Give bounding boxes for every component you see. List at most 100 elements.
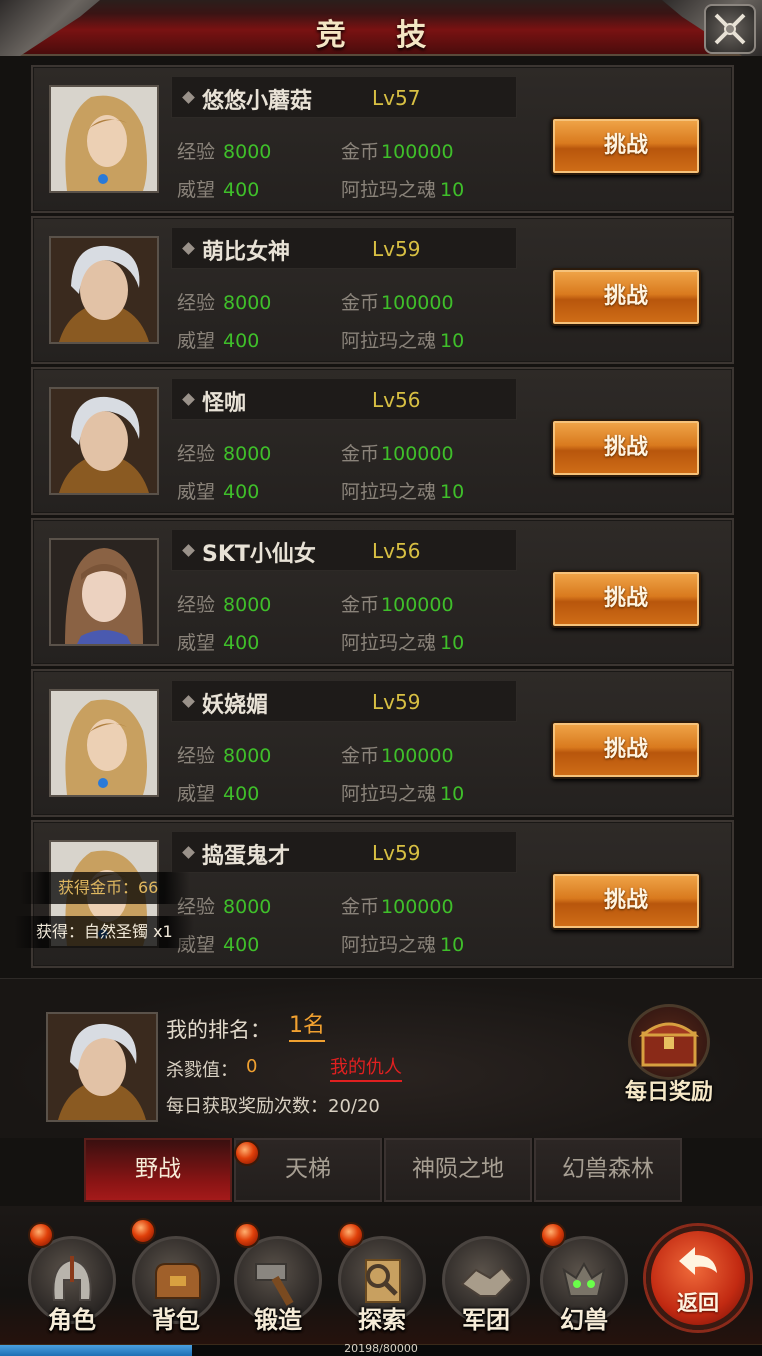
opponent-level: Lv56 — [372, 388, 421, 412]
nav-forge-label: 锻造 — [254, 1306, 302, 1334]
prestige-stat: 威望 400 — [177, 326, 259, 353]
soul-stat: 阿拉玛之魂 10 — [341, 477, 464, 504]
tab-beast-forest[interactable]: 幻兽森林 — [534, 1138, 682, 1202]
opponent-name: 萌比女神 — [202, 240, 291, 265]
gold-value: 100000 — [381, 745, 454, 767]
prestige-value: 400 — [223, 330, 260, 352]
gold-value: 100000 — [381, 292, 454, 314]
opponent-name: 妖娆媚 — [202, 693, 269, 718]
opponent-avatar — [49, 85, 159, 193]
tab-field-battle[interactable]: 野战 — [84, 1138, 232, 1202]
daily-reward-button[interactable]: 每日奖励 — [614, 1004, 724, 1108]
soul-value: 10 — [440, 330, 465, 352]
challenge-button[interactable]: 挑战 — [551, 268, 701, 326]
exp-label: 经验 — [177, 141, 216, 163]
gold-label: 金币 — [341, 292, 380, 314]
notification-dot-icon — [338, 1222, 364, 1248]
opponent-level: Lv56 — [372, 539, 421, 563]
daily-reward-label: 每日奖励 — [624, 1080, 713, 1105]
opponent-level: Lv59 — [372, 841, 421, 865]
soul-label: 阿拉玛之魂 — [341, 632, 437, 654]
gold-stat: 金币 100000 — [341, 590, 454, 617]
prestige-value: 400 — [223, 481, 260, 503]
my-enemies-link[interactable]: 我的仇人 — [330, 1056, 402, 1082]
notification-dot-icon — [540, 1222, 566, 1248]
soul-label: 阿拉玛之魂 — [341, 934, 437, 956]
opponent-card: 悠悠小蘑菇 Lv57 经验 8000 金币 100000 威望 400 阿拉玛之魂 10 挑战 — [31, 65, 734, 213]
nav-bag-label: 背包 — [152, 1306, 200, 1334]
opponent-avatar — [49, 538, 159, 646]
diamond-bullet-icon — [182, 544, 195, 557]
gold-label: 金币 — [341, 141, 380, 163]
exp-value: 8000 — [223, 745, 272, 767]
opponent-avatar — [49, 387, 159, 495]
gold-stat: 金币 100000 — [341, 439, 454, 466]
my-avatar — [46, 1012, 158, 1122]
gold-label: 金币 — [341, 443, 380, 465]
exp-stat: 经验 8000 — [177, 137, 271, 164]
exp-stat: 经验 8000 — [177, 590, 271, 617]
rank-value-link[interactable]: 1名 — [289, 1012, 325, 1042]
opponent-card: 萌比女神 Lv59 经验 8000 金币 100000 威望 400 阿拉玛之魂 10 挑战 — [31, 216, 734, 364]
opponent-card: 妖娆媚 Lv59 经验 8000 金币 100000 威望 400 阿拉玛之魂 10 挑战 — [31, 669, 734, 817]
gold-value: 100000 — [381, 141, 454, 163]
nav-legion[interactable]: 军团 — [438, 1222, 534, 1342]
prestige-value: 400 — [223, 783, 260, 805]
silver-hair-male-portrait — [48, 1014, 156, 1120]
notification-dot-icon — [130, 1218, 156, 1244]
opponent-level: Lv59 — [372, 237, 421, 261]
gold-label: 金币 — [341, 594, 380, 616]
exp-label: 经验 — [177, 443, 216, 465]
prestige-label: 威望 — [177, 330, 216, 352]
exp-label: 经验 — [177, 745, 216, 767]
opponent-namebar: 萌比女神 Lv59 — [171, 227, 517, 269]
diamond-bullet-icon — [182, 846, 195, 859]
exp-stat: 经验 8000 — [177, 288, 271, 315]
challenge-button[interactable]: 挑战 — [551, 872, 701, 930]
exp-value: 8000 — [223, 141, 272, 163]
opponent-namebar: 捣蛋鬼才 Lv59 — [171, 831, 517, 873]
opponent-name: 捣蛋鬼才 — [202, 844, 291, 869]
rank-label: 我的排名： — [166, 1018, 271, 1042]
gold-value: 100000 — [381, 594, 454, 616]
opponent-card: SKT小仙女 Lv56 经验 8000 金币 100000 威望 400 阿拉玛之魂 10 挑战 — [31, 518, 734, 666]
opponent-avatar — [49, 236, 159, 344]
opponent-namebar: 悠悠小蘑菇 Lv57 — [171, 76, 517, 118]
challenge-button[interactable]: 挑战 — [551, 419, 701, 477]
gold-stat: 金币 100000 — [341, 892, 454, 919]
diamond-bullet-icon — [182, 91, 195, 104]
opponent-name: 悠悠小蘑菇 — [202, 89, 313, 114]
soul-label: 阿拉玛之魂 — [341, 481, 437, 503]
back-button[interactable]: 返回 — [646, 1226, 750, 1330]
soul-label: 阿拉玛之魂 — [341, 783, 437, 805]
close-button[interactable] — [704, 4, 756, 54]
prestige-label: 威望 — [177, 783, 216, 805]
notification-dot-icon — [234, 1222, 260, 1248]
exp-stat: 经验 8000 — [177, 741, 271, 768]
soul-stat: 阿拉玛之魂 10 — [341, 930, 464, 957]
reward-toast-gold: 获得金币：66 — [20, 872, 190, 904]
exp-stat: 经验 8000 — [177, 439, 271, 466]
soul-stat: 阿拉玛之魂 10 — [341, 326, 464, 353]
soul-value: 10 — [440, 632, 465, 654]
experience-text: 20198/80000 — [344, 1342, 418, 1355]
prestige-stat: 威望 400 — [177, 477, 259, 504]
tab-fallen-gods-land[interactable]: 神陨之地 — [384, 1138, 532, 1202]
return-arrow-icon — [679, 1247, 717, 1275]
opponent-namebar: SKT小仙女 Lv56 — [171, 529, 517, 571]
nav-explore-label: 探索 — [358, 1306, 406, 1334]
soul-value: 10 — [440, 783, 465, 805]
diamond-bullet-icon — [182, 695, 195, 708]
daily-reward-count: 每日获取奖励次数：20/20 — [166, 1096, 380, 1117]
opponent-name: 怪咖 — [202, 391, 247, 416]
challenge-button[interactable]: 挑战 — [551, 721, 701, 779]
challenge-button[interactable]: 挑战 — [551, 117, 701, 175]
opponent-card: 怪咖 Lv56 经验 8000 金币 100000 威望 400 阿拉玛之魂 10 挑战 — [31, 367, 734, 515]
gold-label: 金币 — [341, 896, 380, 918]
notification-dot-icon — [28, 1222, 54, 1248]
nav-beast-label: 幻兽 — [560, 1306, 608, 1334]
challenge-button[interactable]: 挑战 — [551, 570, 701, 628]
opponent-level: Lv57 — [372, 86, 421, 110]
exp-value: 8000 — [223, 292, 272, 314]
title-bar: 竞 技 — [0, 0, 762, 56]
